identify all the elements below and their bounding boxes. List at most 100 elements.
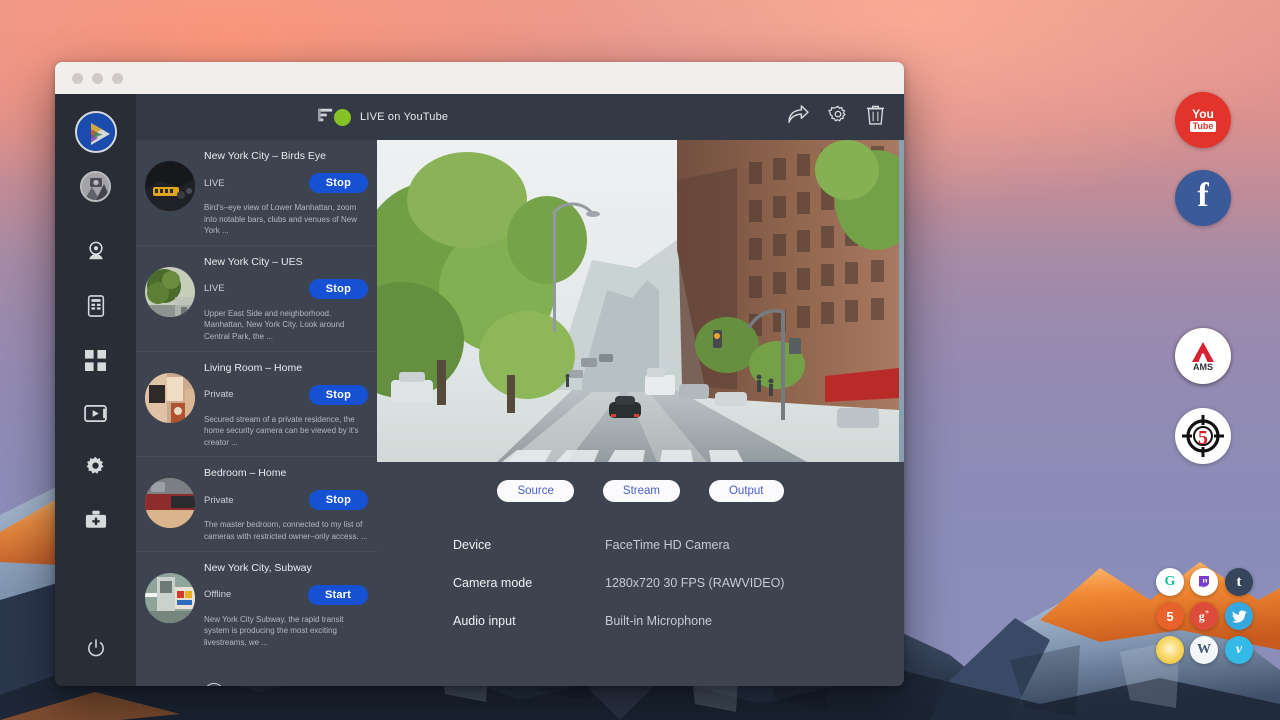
device-specs: Device FaceTime HD Camera Camera mode 12… [453, 538, 904, 652]
minimize-button[interactable] [92, 73, 103, 84]
camera-status: Private [204, 389, 309, 400]
sidebar-toggle-button[interactable] [318, 107, 334, 128]
desktop-icon-youtube[interactable]: You Tube [1175, 92, 1231, 148]
camera-status: Private [204, 495, 309, 506]
preview-panel: Source Stream Output Device FaceTime HD … [377, 140, 904, 686]
crosshair-icon: 5 [1178, 411, 1228, 461]
camera-thumbnail [145, 573, 195, 623]
camera-list-item[interactable]: New York City – UES LIVE Stop Upper East… [136, 245, 377, 351]
spec-value-camera-mode: 1280x720 30 FPS (RAWVIDEO) [605, 576, 784, 590]
desktop-icon-twitch[interactable] [1190, 568, 1218, 596]
camera-list-item[interactable]: New York City – Birds Eye LIVE Stop Bird… [136, 140, 377, 245]
camera-action-button[interactable]: Stop [309, 173, 368, 193]
spec-row: Device FaceTime HD Camera [453, 538, 904, 552]
left-rail [55, 94, 136, 686]
preview-tabs: Source Stream Output [377, 480, 904, 502]
grammarly-icon: G [1165, 574, 1176, 590]
camera-title: New York City – Birds Eye [204, 150, 368, 162]
settings-button[interactable] [828, 105, 848, 130]
youtube-icon-sub: Tube [1190, 121, 1217, 132]
gear-icon [828, 105, 848, 125]
youtube-icon: You [1192, 108, 1214, 120]
video-screen-icon [84, 404, 107, 423]
main-column: LIVE on YouTube [136, 94, 904, 686]
sidebar-item-device[interactable] [86, 295, 106, 322]
spec-row: Camera mode 1280x720 30 FPS (RAWVIDEO) [453, 576, 904, 590]
desktop-icon-vimeo[interactable]: v [1225, 636, 1253, 664]
wordpress-icon: W [1197, 642, 1211, 658]
camera-thumbnail [145, 267, 195, 317]
top-bar-actions [788, 105, 884, 130]
camera-thumbnail [145, 373, 195, 423]
live-status-label: LIVE on YouTube [360, 111, 448, 123]
camera-title: Living Room – Home [204, 362, 368, 374]
sidebar-item-user-avatar[interactable] [80, 171, 111, 202]
camera-list-item[interactable]: New York City, Subway Offline Start New … [136, 551, 377, 657]
desktop-icon-grammarly[interactable]: G [1156, 568, 1184, 596]
gear-icon [85, 456, 106, 477]
sidebar-item-app-logo[interactable] [75, 111, 117, 153]
camera-title: Bedroom – Home [204, 467, 368, 479]
sidebar-item-toolkit[interactable] [85, 510, 107, 534]
list-toggle-icon [318, 107, 334, 123]
camera-action-button[interactable]: Stop [309, 490, 368, 510]
first-aid-kit-icon [85, 510, 107, 529]
desktop-icon-google-plus[interactable]: g+ [1190, 602, 1218, 630]
desktop-icon-flickr[interactable] [1156, 636, 1184, 664]
spec-label-device: Device [453, 538, 605, 552]
top-bar: LIVE on YouTube [136, 94, 904, 140]
tab-source[interactable]: Source [497, 480, 573, 502]
content-row: New York City – Birds Eye LIVE Stop Bird… [136, 140, 904, 686]
video-preview[interactable] [377, 140, 904, 462]
camera-status: LIVE [204, 178, 309, 189]
tab-output[interactable]: Output [709, 480, 784, 502]
spec-label-camera-mode: Camera mode [453, 576, 605, 590]
close-button[interactable] [72, 73, 83, 84]
camera-list[interactable]: New York City – Birds Eye LIVE Stop Bird… [136, 140, 377, 686]
desktop-icon-twitter[interactable] [1225, 602, 1253, 630]
html5-icon: 5 [1166, 609, 1173, 624]
facebook-icon: f [1197, 177, 1208, 215]
camera-title: New York City, Subway [204, 562, 368, 574]
camera-thumbnail [145, 161, 195, 211]
maximize-button[interactable] [112, 73, 123, 84]
svg-text:5: 5 [1198, 427, 1208, 449]
camera-action-button[interactable]: Stop [309, 279, 368, 299]
camera-description: New York City Subway, the rapid transit … [204, 614, 368, 649]
window-titlebar [55, 62, 904, 94]
desktop-icon-facebook[interactable]: f [1175, 170, 1231, 226]
sidebar-item-broadcast[interactable] [84, 404, 107, 428]
sidebar-item-settings[interactable] [85, 456, 106, 482]
camera-info: Bedroom – Home Private Stop The master b… [204, 465, 368, 542]
camera-action-button[interactable]: Stop [309, 385, 368, 405]
spec-row: Audio input Built-in Microphone [453, 614, 904, 628]
desktop-icon-tumblr[interactable]: t [1225, 568, 1253, 596]
camera-action-button[interactable]: Start [308, 585, 368, 605]
camera-info: New York City – Birds Eye LIVE Stop Bird… [204, 148, 368, 237]
webcam-icon [85, 240, 107, 262]
desktop-icon-adobe-ams[interactable]: AMS [1175, 328, 1231, 384]
grid-icon [85, 350, 106, 371]
google-plus-icon: g+ [1199, 608, 1210, 624]
share-button[interactable] [788, 105, 809, 129]
spec-value-audio-input: Built-in Microphone [605, 614, 712, 628]
spec-label-audio-input: Audio input [453, 614, 605, 628]
delete-button[interactable] [867, 105, 884, 130]
vimeo-icon: v [1236, 642, 1242, 658]
twitch-icon [1197, 575, 1211, 589]
sidebar-item-power[interactable] [87, 639, 105, 662]
camera-list-item[interactable]: Living Room – Home Private Stop Secured … [136, 351, 377, 457]
tab-stream[interactable]: Stream [603, 480, 680, 502]
camera-status: Offline [204, 589, 308, 600]
twitter-bird-icon [1232, 610, 1247, 623]
desktop-icon-target-five[interactable]: 5 [1175, 408, 1231, 464]
camera-description: Upper East Side and neighborhood. Manhat… [204, 308, 368, 343]
sidebar-item-cameras[interactable] [85, 240, 107, 267]
app-window: LIVE on YouTube [55, 62, 904, 686]
camera-info: New York City – UES LIVE Stop Upper East… [204, 254, 368, 343]
desktop-icon-html5[interactable]: 5 [1156, 602, 1184, 630]
camera-description: Secured stream of a private residence, t… [204, 414, 368, 449]
sidebar-item-dashboard[interactable] [85, 350, 106, 376]
desktop-icon-wordpress[interactable]: W [1190, 636, 1218, 664]
camera-list-item[interactable]: Bedroom – Home Private Stop The master b… [136, 456, 377, 550]
